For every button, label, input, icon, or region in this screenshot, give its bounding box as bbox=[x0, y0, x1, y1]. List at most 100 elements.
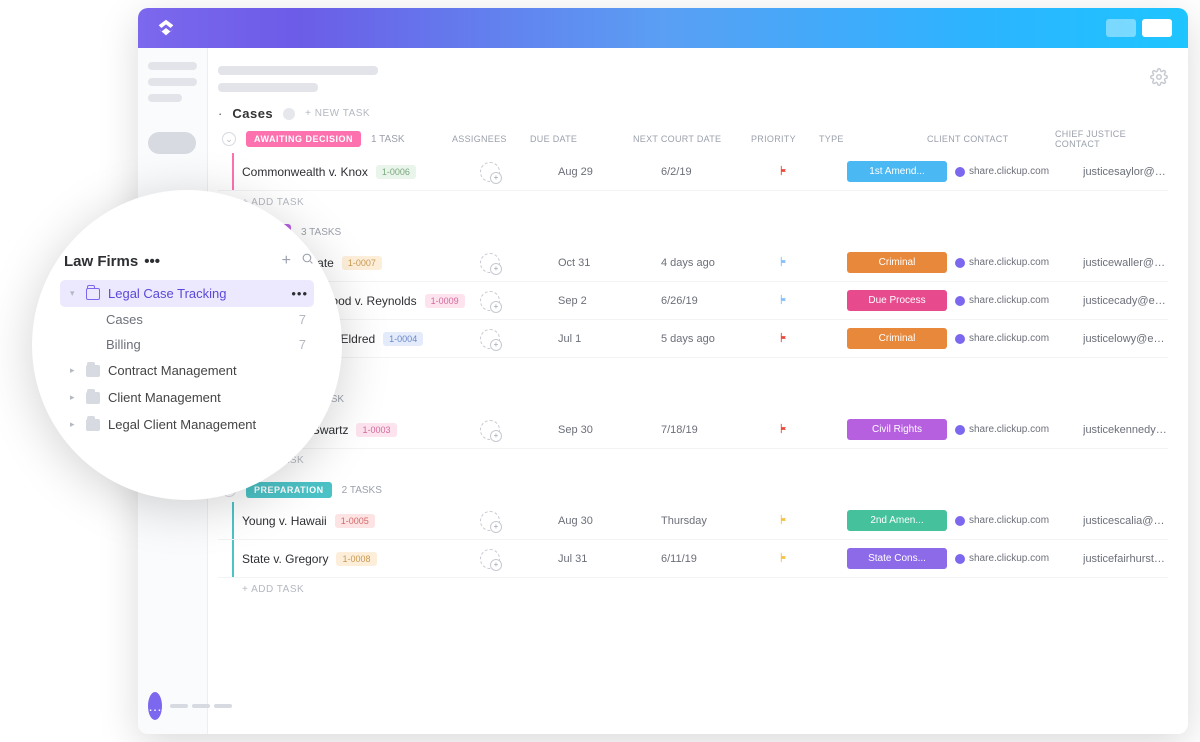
sidebar-folder-item[interactable]: ▸ Contract Management bbox=[60, 357, 314, 384]
type-pill[interactable]: Criminal bbox=[847, 252, 947, 273]
status-pill[interactable]: PREPARATION bbox=[246, 482, 332, 498]
more-icon[interactable]: ••• bbox=[291, 286, 308, 301]
client-contact-cell[interactable]: share.clickup.com bbox=[955, 424, 1075, 435]
task-id-badge[interactable]: 1-0003 bbox=[356, 423, 396, 437]
task-id-badge[interactable]: 1-0005 bbox=[335, 514, 375, 528]
type-pill[interactable]: Due Process bbox=[847, 290, 947, 311]
court-date-cell[interactable]: 5 days ago bbox=[661, 333, 771, 345]
court-date-cell[interactable]: Thursday bbox=[661, 515, 771, 527]
task-row[interactable]: Commonwealth v. Knox 1-0006 Aug 29 6/2/1… bbox=[218, 153, 1168, 191]
list-title[interactable]: Cases bbox=[232, 106, 273, 121]
task-id-badge[interactable]: 1-0006 bbox=[376, 165, 416, 179]
assignee-add-icon[interactable] bbox=[480, 329, 500, 349]
space-title[interactable]: Law Firms ••• bbox=[64, 253, 160, 270]
chief-justice-cell[interactable]: justicecady@example.com bbox=[1083, 295, 1168, 307]
column-header[interactable]: NEXT COURT DATE bbox=[633, 134, 743, 144]
caret-icon[interactable]: ▸ bbox=[70, 365, 78, 376]
caret-icon[interactable]: ▸ bbox=[70, 392, 78, 403]
add-icon[interactable]: + bbox=[282, 252, 291, 270]
court-date-cell[interactable]: 6/26/19 bbox=[661, 295, 771, 307]
window-toggle-2[interactable] bbox=[1142, 19, 1172, 37]
court-date-cell[interactable]: 7/18/19 bbox=[661, 424, 771, 436]
client-contact-cell[interactable]: share.clickup.com bbox=[955, 295, 1075, 306]
info-icon[interactable] bbox=[283, 108, 295, 120]
chief-justice-cell[interactable]: justicesaylor@example.com bbox=[1083, 166, 1168, 178]
task-row[interactable]: Planned Parenthood v. Reynolds 1-0009 Se… bbox=[218, 282, 1168, 320]
priority-flag-icon[interactable] bbox=[779, 294, 839, 308]
collapse-caret-icon[interactable]: ⌄ bbox=[222, 132, 236, 146]
add-task-link[interactable]: + ADD TASK bbox=[218, 358, 1168, 381]
task-row[interactable]: Rodriguez v. Swartz 1-0003 Sep 30 7/18/1… bbox=[218, 411, 1168, 449]
task-row[interactable]: State v. Gregory 1-0008 Jul 31 6/11/19 S… bbox=[218, 540, 1168, 578]
due-date-cell[interactable]: Jul 1 bbox=[558, 333, 653, 345]
client-contact-cell[interactable]: share.clickup.com bbox=[955, 553, 1075, 564]
search-icon[interactable] bbox=[301, 252, 314, 270]
assignee-add-icon[interactable] bbox=[480, 511, 500, 531]
column-header[interactable]: DUE DATE bbox=[530, 134, 625, 144]
due-date-cell[interactable]: Aug 30 bbox=[558, 515, 653, 527]
task-row[interactable]: Young v. Hawaii 1-0005 Aug 30 Thursday 2… bbox=[218, 502, 1168, 540]
sidebar-folder-item[interactable]: ▸ Legal Client Management bbox=[60, 411, 314, 438]
column-header[interactable]: CHIEF JUSTICE CONTACT bbox=[1055, 129, 1168, 149]
task-row[interactable]: Commonwealth v. Eldred 1-0004 Jul 1 5 da… bbox=[218, 320, 1168, 358]
add-task-link[interactable]: + ADD TASK bbox=[218, 578, 1168, 601]
court-date-cell[interactable]: 4 days ago bbox=[661, 257, 771, 269]
sidebar-list-item[interactable]: Billing7 bbox=[60, 332, 314, 357]
chief-justice-cell[interactable]: justicelowy@example.com bbox=[1083, 333, 1168, 345]
chief-justice-cell[interactable]: justicewaller@example.com bbox=[1083, 257, 1168, 269]
task-name[interactable]: State v. Gregory bbox=[242, 552, 328, 566]
assignee-add-icon[interactable] bbox=[480, 420, 500, 440]
type-pill[interactable]: 2nd Amen... bbox=[847, 510, 947, 531]
sidebar-folder-item[interactable]: ▸ Client Management bbox=[60, 384, 314, 411]
sidebar-folder-item[interactable]: ▾ Legal Case Tracking ••• bbox=[60, 280, 314, 307]
add-task-link[interactable]: + ADD TASK bbox=[218, 449, 1168, 472]
due-date-cell[interactable]: Aug 29 bbox=[558, 166, 653, 178]
column-header[interactable]: ASSIGNEES bbox=[452, 134, 522, 144]
priority-flag-icon[interactable] bbox=[779, 514, 839, 528]
status-pill[interactable]: AWAITING DECISION bbox=[246, 131, 361, 147]
task-id-badge[interactable]: 1-0007 bbox=[342, 256, 382, 270]
settings-gear-icon[interactable] bbox=[1150, 68, 1168, 91]
priority-flag-icon[interactable] bbox=[779, 256, 839, 270]
client-contact-cell[interactable]: share.clickup.com bbox=[955, 166, 1075, 177]
due-date-cell[interactable]: Oct 31 bbox=[558, 257, 653, 269]
assignee-add-icon[interactable] bbox=[480, 549, 500, 569]
chief-justice-cell[interactable]: justicefairhurst@example.com bbox=[1083, 553, 1168, 565]
client-contact-cell[interactable]: share.clickup.com bbox=[955, 515, 1075, 526]
court-date-cell[interactable]: 6/2/19 bbox=[661, 166, 771, 178]
new-task-link[interactable]: + NEW TASK bbox=[305, 108, 370, 119]
more-icon[interactable]: ••• bbox=[144, 253, 160, 270]
caret-icon[interactable]: ▾ bbox=[70, 288, 78, 299]
due-date-cell[interactable]: Jul 31 bbox=[558, 553, 653, 565]
chief-justice-cell[interactable]: justicescalia@example.com bbox=[1083, 515, 1168, 527]
column-header[interactable]: CLIENT CONTACT bbox=[927, 134, 1047, 144]
assignee-add-icon[interactable] bbox=[480, 291, 500, 311]
client-contact-cell[interactable]: share.clickup.com bbox=[955, 333, 1075, 344]
chat-icon[interactable]: … bbox=[148, 692, 162, 720]
task-name[interactable]: Commonwealth v. Knox bbox=[242, 165, 368, 179]
due-date-cell[interactable]: Sep 2 bbox=[558, 295, 653, 307]
task-id-badge[interactable]: 1-0008 bbox=[336, 552, 376, 566]
rail-pill[interactable] bbox=[148, 132, 196, 154]
column-header[interactable]: TYPE bbox=[819, 134, 919, 144]
priority-flag-icon[interactable] bbox=[779, 423, 839, 437]
priority-flag-icon[interactable] bbox=[779, 552, 839, 566]
court-date-cell[interactable]: 6/11/19 bbox=[661, 553, 771, 565]
assignee-add-icon[interactable] bbox=[480, 253, 500, 273]
due-date-cell[interactable]: Sep 30 bbox=[558, 424, 653, 436]
type-pill[interactable]: State Cons... bbox=[847, 548, 947, 569]
client-contact-cell[interactable]: share.clickup.com bbox=[955, 257, 1075, 268]
type-pill[interactable]: 1st Amend... bbox=[847, 161, 947, 182]
window-toggle-1[interactable] bbox=[1106, 19, 1136, 37]
clickup-logo-icon[interactable] bbox=[154, 16, 178, 40]
task-id-badge[interactable]: 1-0004 bbox=[383, 332, 423, 346]
type-pill[interactable]: Civil Rights bbox=[847, 419, 947, 440]
priority-flag-icon[interactable] bbox=[779, 165, 839, 179]
add-task-link[interactable]: + ADD TASK bbox=[218, 191, 1168, 214]
priority-flag-icon[interactable] bbox=[779, 332, 839, 346]
type-pill[interactable]: Criminal bbox=[847, 328, 947, 349]
chief-justice-cell[interactable]: justicekennedy@example.com bbox=[1083, 424, 1168, 436]
assignee-add-icon[interactable] bbox=[480, 162, 500, 182]
caret-icon[interactable]: ▸ bbox=[70, 419, 78, 430]
task-name[interactable]: Young v. Hawaii bbox=[242, 514, 327, 528]
